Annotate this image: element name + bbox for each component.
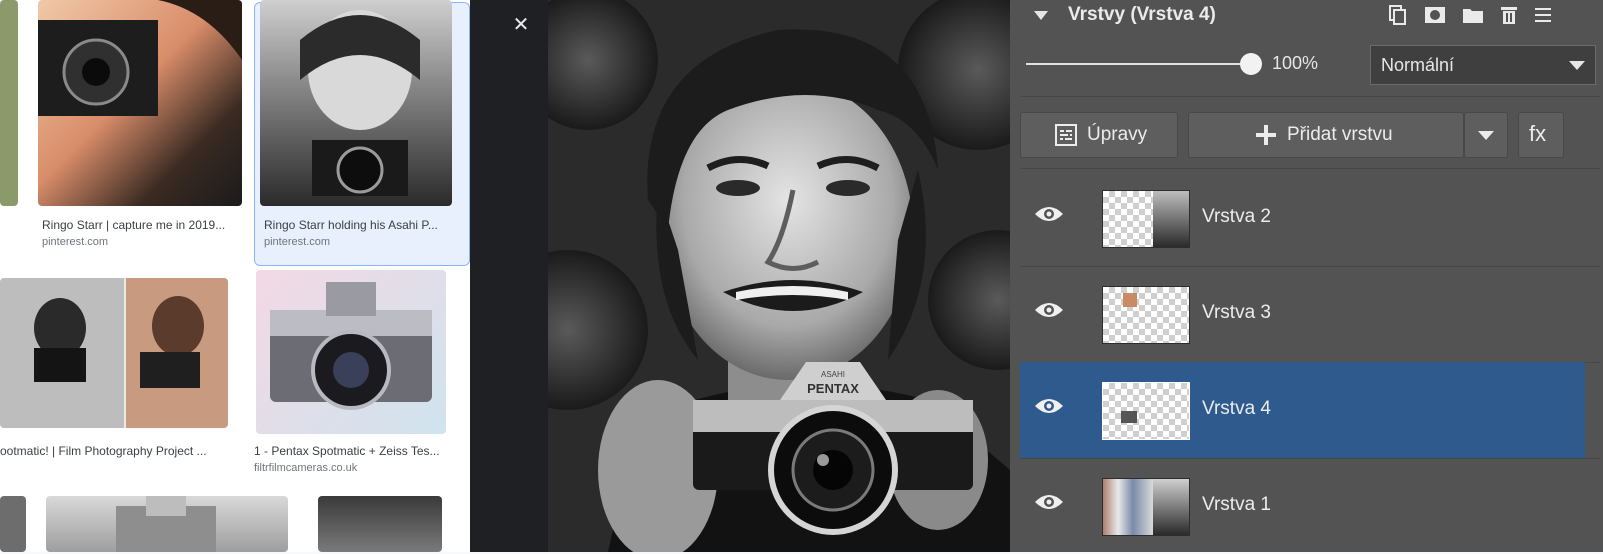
trash-icon[interactable]	[1498, 4, 1520, 26]
panel-title: Vrstvy (Vrstva 4)	[1068, 4, 1216, 25]
eye-icon[interactable]	[1034, 396, 1064, 416]
result-thumb[interactable]	[256, 270, 446, 434]
eye-icon[interactable]	[1034, 300, 1064, 320]
layer-row-vrstva-3[interactable]: Vrstva 3	[1020, 266, 1585, 362]
layer-thumbnail	[1102, 478, 1190, 536]
layers-panel: Vrstvy (Vrstva 4) 100% Normální Úpravy P…	[1010, 0, 1603, 552]
camera-brand-text: PENTAX	[807, 381, 859, 396]
chevron-down-icon	[1478, 131, 1494, 140]
result-thumb[interactable]	[38, 0, 242, 206]
result-caption[interactable]: Ringo Starr | capture me in 2019...	[42, 218, 238, 232]
result-source: pinterest.com	[264, 236, 331, 248]
image-preview-panel: ✕ ‹	[470, 0, 1010, 552]
opacity-value: 100%	[1272, 53, 1319, 73]
eye-icon[interactable]	[1034, 492, 1064, 512]
result-thumb[interactable]	[46, 496, 288, 552]
add-layer-button[interactable]: Přidat vrstvu	[1188, 112, 1464, 158]
result-thumb-partial[interactable]	[0, 0, 18, 206]
menu-icon[interactable]	[1532, 4, 1554, 26]
layers-panel-header: Vrstvy (Vrstva 4)	[1010, 0, 1603, 34]
layer-thumbnail	[1102, 382, 1190, 440]
add-layer-label: Přidat vrstvu	[1287, 124, 1393, 145]
duplicate-layer-icon[interactable]	[1386, 4, 1408, 26]
close-icon[interactable]: ✕	[508, 12, 534, 38]
effects-label: fx	[1529, 121, 1547, 146]
eye-icon[interactable]	[1034, 204, 1064, 224]
layer-name: Vrstva 2	[1202, 206, 1271, 227]
result-thumb-selected[interactable]	[260, 0, 452, 206]
result-caption[interactable]: 1 - Pentax Spotmatic + Zeiss Tes...	[254, 444, 454, 458]
layer-name: Vrstva 3	[1202, 302, 1271, 323]
chevron-down-icon	[1569, 61, 1585, 70]
layer-thumbnail	[1102, 190, 1190, 248]
layer-row-vrstva-1[interactable]: Vrstva 1	[1020, 458, 1585, 554]
result-thumb[interactable]	[318, 496, 442, 552]
blend-mode-value: Normální	[1381, 55, 1455, 75]
blend-mode-select[interactable]: Normální	[1370, 45, 1596, 85]
layer-row-vrstva-4[interactable]: Vrstva 4	[1020, 362, 1585, 458]
result-caption[interactable]: Ringo Starr holding his Asahi P...	[264, 218, 458, 232]
mask-icon[interactable]	[1424, 4, 1446, 26]
add-layer-dropdown-button[interactable]	[1464, 112, 1508, 158]
result-thumb[interactable]	[0, 496, 26, 552]
layer-name: Vrstva 4	[1202, 398, 1271, 419]
layer-name: Vrstva 1	[1202, 494, 1271, 515]
opacity-slider-knob[interactable]	[1240, 53, 1262, 75]
layer-row-vrstva-2[interactable]: Vrstva 2	[1020, 170, 1585, 266]
adjustments-label: Úpravy	[1087, 124, 1148, 145]
result-thumb[interactable]	[0, 278, 228, 428]
result-source: pinterest.com	[42, 236, 109, 248]
layer-thumbnail	[1102, 286, 1190, 344]
opacity-slider-track[interactable]	[1026, 63, 1248, 65]
adjustments-icon	[1055, 124, 1077, 146]
result-caption[interactable]: ootmatic! | Film Photography Project ...	[0, 444, 222, 458]
image-results-grid: Ringo Starr | capture me in 2019... pint…	[0, 0, 470, 552]
adjustments-button[interactable]: Úpravy	[1020, 112, 1178, 158]
camera-maker-text: ASAHI	[821, 370, 845, 379]
effects-button[interactable]: fx	[1518, 112, 1564, 158]
preview-sidebar: ✕	[470, 0, 548, 552]
preview-photo: PENTAX ASAHI	[548, 0, 1010, 552]
collapse-triangle-icon[interactable]	[1034, 11, 1048, 20]
divider	[1020, 96, 1600, 97]
divider	[1020, 168, 1600, 169]
plus-icon	[1256, 125, 1276, 145]
result-source: filtrfilmcameras.co.uk	[254, 462, 358, 474]
folder-icon[interactable]	[1462, 4, 1484, 26]
